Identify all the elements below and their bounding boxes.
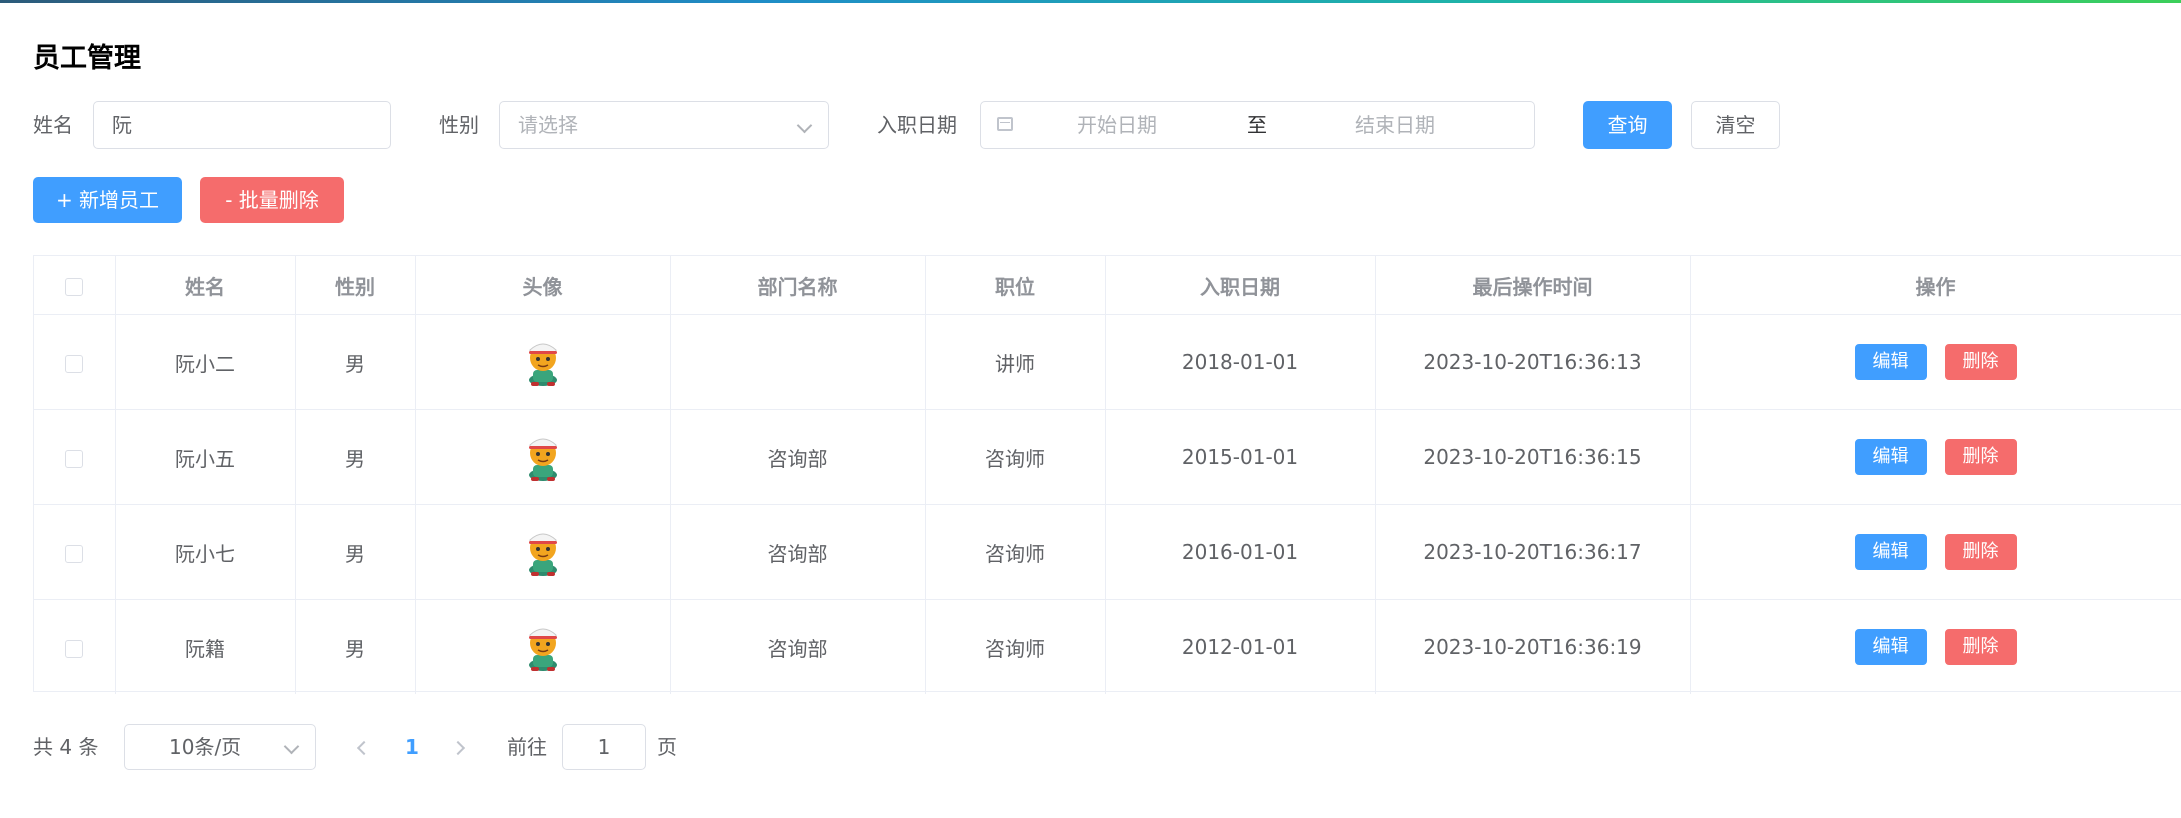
end-date-input[interactable]: 结束日期 — [1355, 102, 1435, 148]
cell-update-time: 2023-10-20T16:36:15 — [1375, 409, 1691, 505]
cell-gender: 男 — [295, 409, 416, 505]
cell-entry-date: 2012-01-01 — [1105, 599, 1376, 694]
delete-button[interactable]: 删除 — [1944, 534, 2017, 570]
edit-button[interactable]: 编辑 — [1854, 439, 1927, 475]
cartoon-avatar-icon — [521, 621, 565, 673]
clear-button[interactable]: 清空 — [1691, 101, 1780, 149]
cell-update-time: 2023-10-20T16:36:19 — [1375, 599, 1691, 694]
edit-button[interactable]: 编辑 — [1854, 534, 1927, 570]
entry-date-range-picker[interactable]: 开始日期 至 结束日期 — [980, 101, 1535, 149]
row-checkbox-cell[interactable] — [34, 409, 116, 505]
chevron-down-icon — [283, 738, 300, 755]
row-checkbox-cell[interactable] — [34, 504, 116, 600]
delete-button[interactable]: 删除 — [1944, 344, 2017, 380]
cell-job: 讲师 — [925, 314, 1106, 410]
cell-job: 咨询师 — [925, 504, 1106, 600]
entry-date-label: 入职日期 — [877, 113, 957, 137]
range-separator: 至 — [1247, 113, 1267, 137]
gender-select[interactable]: 请选择 — [499, 101, 829, 149]
table-row: 阮籍 男 咨询部 咨询师 2012-01-01 2023-10-20T16:36… — [34, 599, 2181, 694]
cell-avatar — [415, 314, 671, 410]
cell-operation: 编辑 删除 — [1690, 314, 2181, 410]
row-checkbox[interactable] — [65, 639, 84, 658]
header-select-all[interactable] — [34, 256, 116, 315]
top-gradient-bar — [0, 0, 2181, 3]
table-row: 阮小五 男 咨询部 咨询师 2015-01-01 2023-10-20T16:3… — [34, 409, 2181, 505]
gender-select-placeholder: 请选择 — [518, 113, 578, 137]
header-update-time: 最后操作时间 — [1375, 256, 1691, 315]
row-checkbox[interactable] — [65, 449, 84, 468]
header-name: 姓名 — [115, 256, 296, 315]
start-date-input[interactable]: 开始日期 — [1077, 102, 1157, 148]
header-dept: 部门名称 — [670, 256, 926, 315]
cell-gender: 男 — [295, 314, 416, 410]
cell-gender: 男 — [295, 599, 416, 694]
header-job: 职位 — [925, 256, 1106, 315]
page-title: 员工管理 — [33, 43, 141, 74]
cell-dept: 咨询部 — [670, 599, 926, 694]
edit-button[interactable]: 编辑 — [1854, 344, 1927, 380]
table-header-row: 姓名 性别 头像 部门名称 职位 入职日期 最后操作时间 操作 — [34, 256, 2181, 315]
cell-avatar — [415, 599, 671, 694]
goto-page-input[interactable]: 1 — [562, 724, 646, 770]
cell-operation: 编辑 删除 — [1690, 409, 2181, 505]
query-button[interactable]: 查询 — [1583, 101, 1672, 149]
goto-label: 前往 — [507, 735, 547, 759]
cell-name: 阮籍 — [115, 599, 296, 694]
delete-button[interactable]: 删除 — [1944, 629, 2017, 665]
header-avatar: 头像 — [415, 256, 671, 315]
select-all-checkbox[interactable] — [65, 277, 84, 296]
header-gender: 性别 — [295, 256, 416, 315]
header-operation: 操作 — [1690, 256, 2181, 315]
cell-entry-date: 2018-01-01 — [1105, 314, 1376, 410]
row-checkbox[interactable] — [65, 544, 84, 563]
goto-page-value: 1 — [597, 735, 611, 759]
delete-button[interactable]: 删除 — [1944, 439, 2017, 475]
cell-gender: 男 — [295, 504, 416, 600]
page-size-value: 10条/页 — [169, 735, 242, 759]
page-suffix: 页 — [657, 735, 677, 759]
table-row: 阮小二 男 讲师 2018-01-01 2023-10-20T16:36:13 … — [34, 314, 2181, 410]
cartoon-avatar-icon — [521, 526, 565, 578]
cell-name: 阮小二 — [115, 314, 296, 410]
name-input-value: 阮 — [112, 113, 132, 137]
row-checkbox-cell[interactable] — [34, 314, 116, 410]
calendar-icon — [997, 117, 1013, 131]
cartoon-avatar-icon — [521, 431, 565, 483]
table-row: 阮小七 男 咨询部 咨询师 2016-01-01 2023-10-20T16:3… — [34, 504, 2181, 600]
batch-delete-button[interactable]: - 批量删除 — [200, 177, 344, 223]
employee-table: 姓名 性别 头像 部门名称 职位 入职日期 最后操作时间 操作 阮小二 男 讲师… — [33, 255, 2181, 694]
cell-name: 阮小五 — [115, 409, 296, 505]
cell-avatar — [415, 504, 671, 600]
edit-button[interactable]: 编辑 — [1854, 629, 1927, 665]
cell-operation: 编辑 删除 — [1690, 599, 2181, 694]
cell-job: 咨询师 — [925, 599, 1106, 694]
cell-name: 阮小七 — [115, 504, 296, 600]
cell-avatar — [415, 409, 671, 505]
cell-operation: 编辑 删除 — [1690, 504, 2181, 600]
row-checkbox[interactable] — [65, 354, 84, 373]
next-page-icon[interactable] — [450, 740, 466, 756]
cell-update-time: 2023-10-20T16:36:17 — [1375, 504, 1691, 600]
chevron-down-icon — [796, 117, 813, 134]
cartoon-avatar-icon — [521, 336, 565, 388]
pagination-total: 共 4 条 — [33, 735, 99, 759]
cell-entry-date: 2016-01-01 — [1105, 504, 1376, 600]
cell-entry-date: 2015-01-01 — [1105, 409, 1376, 505]
cell-dept — [670, 314, 926, 410]
cell-update-time: 2023-10-20T16:36:13 — [1375, 314, 1691, 410]
cell-dept: 咨询部 — [670, 504, 926, 600]
current-page-number[interactable]: 1 — [405, 724, 419, 770]
header-entry-date: 入职日期 — [1105, 256, 1376, 315]
name-label: 姓名 — [33, 113, 73, 137]
cell-job: 咨询师 — [925, 409, 1106, 505]
gender-label: 性别 — [439, 113, 479, 137]
cell-dept: 咨询部 — [670, 409, 926, 505]
row-checkbox-cell[interactable] — [34, 599, 116, 694]
page-size-select[interactable]: 10条/页 — [124, 724, 316, 770]
name-input[interactable]: 阮 — [93, 101, 391, 149]
prev-page-icon[interactable] — [356, 740, 372, 756]
add-employee-button[interactable]: + 新增员工 — [33, 177, 182, 223]
